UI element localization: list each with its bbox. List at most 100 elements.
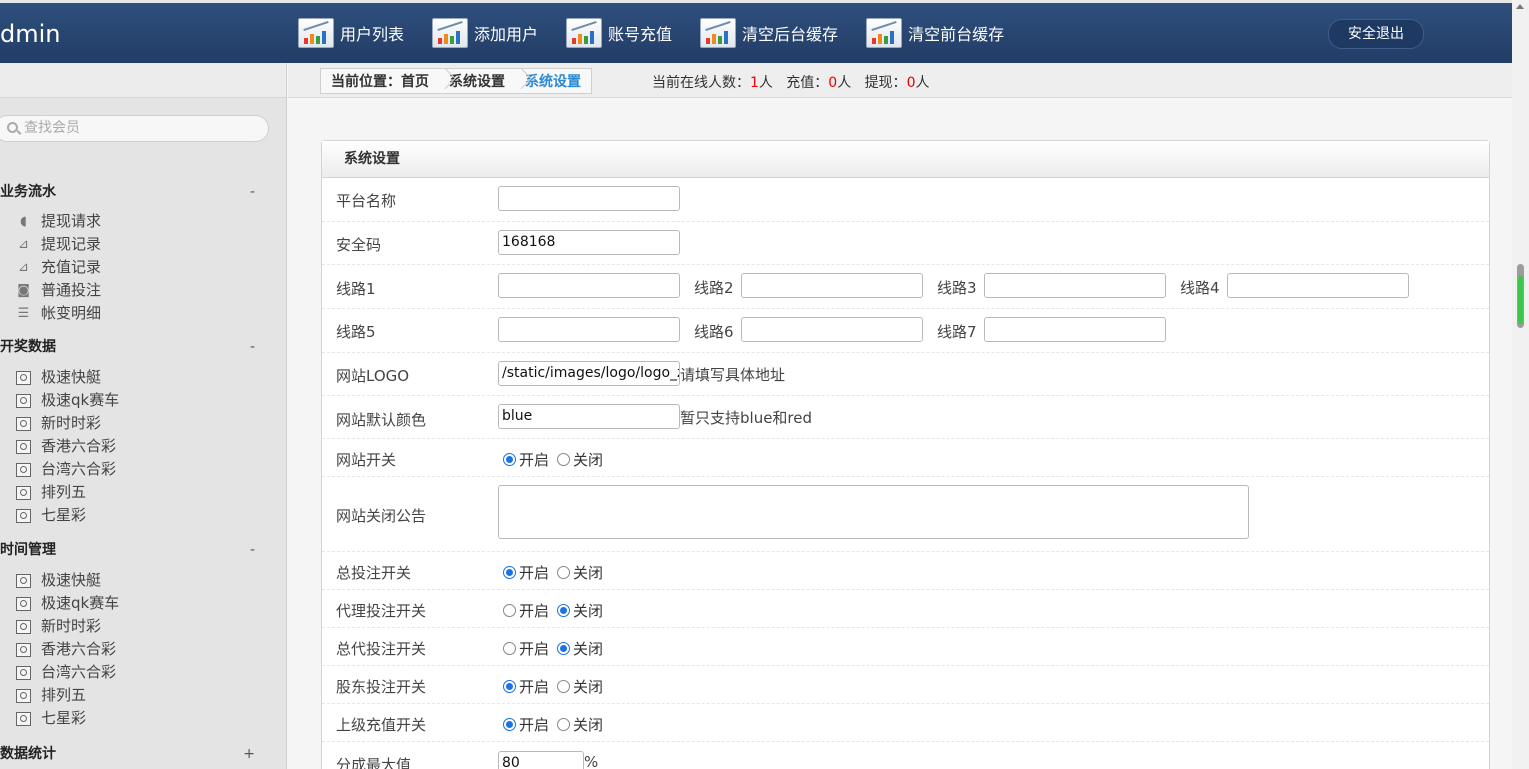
bar-chart-icon [700,18,737,48]
radio-off-selected[interactable] [557,604,571,617]
sidebar-item-label: 香港六合彩 [41,640,117,658]
nav-account-recharge[interactable]: 账号充值 [566,18,672,48]
collapse-toggle[interactable]: - [250,538,255,562]
route6-input[interactable] [741,317,923,342]
sidebar-item-label: 提现请求 [41,212,102,230]
radio-on-selected[interactable] [503,680,516,693]
chart-icon: ⊿ [18,236,29,252]
route3-input[interactable] [984,273,1166,298]
scroll-up-arrow-icon[interactable] [1516,4,1524,9]
sidebar-item-pl5[interactable]: 排列五 [0,684,287,707]
menu-group-draw-data: 开奖数据 - 极速快艇 极速qk赛车 新时时彩 香港六合彩 台湾六合彩 排列五 … [0,335,287,527]
radio-off[interactable] [557,453,571,466]
shareholder-bet-radio-group: 开启 关闭 [503,676,611,697]
recharge-unit: 人 [837,75,852,91]
max-share-input[interactable]: 80 [498,751,584,769]
lottery-icon [16,711,31,726]
group-title-time-mgmt[interactable]: 时间管理 - [0,538,287,562]
sidebar-item-recharge-record[interactable]: ⊿ 充值记录 [0,256,287,279]
radio-label: 开启 [519,564,550,582]
logo-path-input[interactable]: /static/images/logo/logo_zc.png [498,361,680,386]
sidebar-item-seven-star[interactable]: 七星彩 [0,707,287,730]
radio-label: 关闭 [573,602,604,620]
radio-label: 开启 [519,640,550,658]
sidebar-item-speed-racing[interactable]: 极速qk赛车 [0,389,287,412]
parent-recharge-radio-group: 开启 关闭 [503,714,611,735]
breadcrumb-home[interactable]: 当前位置：首页 [331,71,429,91]
collapse-toggle[interactable]: - [250,180,255,204]
breadcrumb-level2[interactable]: 系统设置 [449,71,505,91]
radio-on-selected[interactable] [503,566,516,579]
group-title-draw-data[interactable]: 开奖数据 - [0,335,287,359]
withdraw-unit: 人 [915,75,930,91]
menu-group-statistics: 数据统计 + [0,742,287,766]
radio-label: 开启 [519,678,550,696]
sidebar-item-speed-boat[interactable]: 极速快艇 [0,569,287,592]
sidebar-item-withdraw-request[interactable]: ◖ 提现请求 [0,210,287,233]
sidebar-item-tw-mark-six[interactable]: 台湾六合彩 [0,458,287,481]
sidebar-item-normal-bet[interactable]: ◙ 普通投注 [0,279,287,302]
radio-on[interactable] [503,642,516,655]
radio-off[interactable] [557,566,571,579]
field-label: 线路1 [336,280,376,298]
sidebar-item-seven-star[interactable]: 七星彩 [0,504,287,527]
route3-label: 线路3 [937,279,977,297]
platform-name-input[interactable] [498,186,680,211]
online-unit: 人 [758,75,773,91]
lottery-icon [16,508,31,523]
nav-add-user[interactable]: 添加用户 [432,18,538,48]
sidebar-item-speed-boat[interactable]: 极速快艇 [0,366,287,389]
logout-button[interactable]: 安全退出 [1328,19,1424,49]
row-routes-5-7: 线路5 线路6 线路7 [322,309,1489,353]
collapse-toggle[interactable]: - [250,335,255,359]
bar-chart-icon [866,18,903,48]
sidebar-item-label: 台湾六合彩 [41,460,117,478]
default-color-input[interactable]: blue [498,404,680,429]
page-scrollbar[interactable] [1512,0,1529,769]
sidebar-item-withdraw-record[interactable]: ⊿ 提现记录 [0,233,287,256]
lottery-icon [16,642,31,657]
sidebar-item-hk-mark-six[interactable]: 香港六合彩 [0,435,287,458]
row-agent-bet: 代理投注开关 开启 关闭 [322,590,1489,628]
group-title-label: 时间管理 [0,542,56,558]
sidebar-item-account-detail[interactable]: ☰ 帐变明细 [0,302,287,325]
security-code-input[interactable]: 168168 [498,230,680,255]
radio-on-selected[interactable] [503,718,516,731]
sidebar-item-label: 普通投注 [41,281,102,299]
route5-input[interactable] [498,317,680,342]
nav-clear-frontend-cache[interactable]: 清空前台缓存 [866,18,1004,48]
radio-off-selected[interactable] [557,642,571,655]
route7-input[interactable] [984,317,1166,342]
nav-clear-backend-cache[interactable]: 清空后台缓存 [700,18,838,48]
total-bet-radio-group: 开启 关闭 [503,562,611,583]
radio-off[interactable] [557,718,571,731]
sidebar-item-new-ssc[interactable]: 新时时彩 [0,615,287,638]
sidebar-item-speed-racing[interactable]: 极速qk赛车 [0,592,287,615]
route2-input[interactable] [741,273,923,298]
scrollbar-thumb[interactable] [1517,264,1524,328]
group-title-business[interactable]: 业务流水 - [0,180,287,204]
recharge-label: 充值： [786,75,829,91]
group-title-statistics[interactable]: 数据统计 + [0,742,287,766]
expand-toggle[interactable]: + [243,742,255,766]
sidebar-item-label: 帐变明细 [41,304,102,322]
field-label: 安全码 [336,236,382,254]
radio-off[interactable] [557,680,571,693]
sidebar-item-label: 极速快艇 [41,571,102,589]
route4-input[interactable] [1227,273,1409,298]
row-routes-1-4: 线路1 线路2 线路3 线路4 [322,265,1489,309]
radio-on-selected[interactable] [503,453,516,466]
sidebar-item-tw-mark-six[interactable]: 台湾六合彩 [0,661,287,684]
sidebar-item-pl5[interactable]: 排列五 [0,481,287,504]
breadcrumb-current: 系统设置 [525,74,581,90]
route1-input[interactable] [498,273,680,298]
menu-group-time-mgmt: 时间管理 - 极速快艇 极速qk赛车 新时时彩 香港六合彩 台湾六合彩 排列五 … [0,538,287,730]
sidebar-item-new-ssc[interactable]: 新时时彩 [0,412,287,435]
nav-user-list[interactable]: 用户列表 [298,18,404,48]
top-header: dmin 用户列表 添加用户 账号充值 清空后台缓存 清空前台缓存 安全退出 [0,0,1512,63]
close-notice-textarea[interactable] [498,485,1249,539]
radio-on[interactable] [503,604,516,617]
route7-label: 线路7 [937,323,977,341]
member-search-input[interactable]: 查找会员 [0,115,269,142]
sidebar-item-hk-mark-six[interactable]: 香港六合彩 [0,638,287,661]
